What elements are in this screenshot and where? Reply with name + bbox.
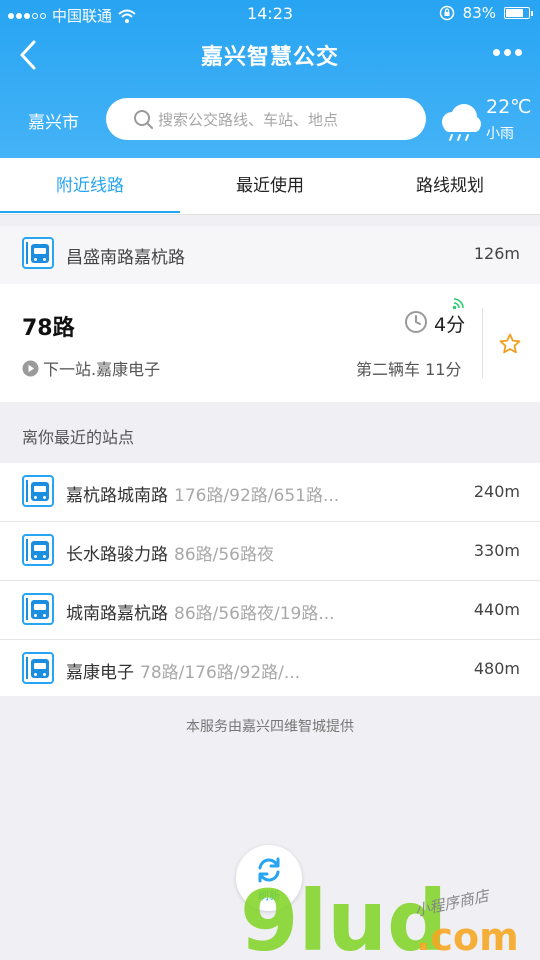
play-circle-icon [22, 360, 39, 376]
stop-distance: 480m [473, 659, 520, 678]
search-input[interactable]: 搜索公交路线、车站、地点 [106, 98, 426, 140]
refresh-button[interactable]: 刷新 [236, 845, 302, 911]
list-item[interactable]: 城南路嘉杭路 86路/56路夜/19路... 440m [0, 581, 540, 639]
page-title: 嘉兴智慧公交 [200, 45, 339, 70]
battery-percent: 83% [462, 4, 496, 22]
stop-lines: 86路/56路夜/19路... [174, 604, 335, 624]
next-stop: 下一站.嘉康电子 [22, 356, 160, 380]
weather-widget: 22℃ 小雨 [438, 96, 538, 146]
stop-lines: 176路/92路/651路... [174, 486, 340, 506]
more-dots-icon[interactable] [493, 49, 522, 56]
bus-stop-icon [22, 534, 54, 566]
realtime-signal-icon [452, 298, 464, 310]
nearest-stops-list: 嘉杭路城南路 176路/92路/651路... 240m 长水路骏力路 86路/56… [0, 463, 540, 696]
next-stop-text: 下一站.嘉康电子 [43, 360, 161, 379]
bus-stop-icon [22, 652, 54, 684]
stop-distance: 440m [473, 600, 520, 619]
battery-icon [504, 7, 533, 19]
battery-area: 83% [439, 4, 533, 22]
search-icon [134, 110, 153, 129]
nearest-stops-title: 离你最近的站点 [22, 428, 135, 447]
service-provider-text: 本服务由嘉兴四维智城提供 [186, 719, 354, 735]
bus-stop-icon [22, 237, 54, 269]
list-item[interactable]: 嘉杭路城南路 176路/92路/651路... 240m [0, 463, 540, 521]
refresh-icon [258, 857, 280, 883]
list-item[interactable]: 长水路骏力路 86路/56路夜 330m [0, 522, 540, 580]
search-placeholder: 搜索公交路线、车站、地点 [158, 110, 339, 129]
tab-bar: 附近线路 最近使用 路线规划 [0, 158, 540, 215]
watermark-suffix: .com [416, 915, 519, 959]
stop-lines: 86路/56路夜 [174, 545, 274, 565]
bus-stop-icon [22, 475, 54, 507]
rain-cloud-icon [442, 104, 481, 141]
stop-name-row: 城南路嘉杭路 86路/56路夜/19路... [66, 599, 335, 624]
stop-name: 嘉杭路城南路 [66, 486, 168, 506]
bus-stop-icon [22, 593, 54, 625]
tab-nearby-routes[interactable]: 附近线路 [0, 158, 180, 215]
stop-lines: 78路/176路/92路/... [140, 663, 301, 683]
second-bus-time: 第二辆车 11分 [356, 360, 462, 379]
stop-distance: 330m [473, 541, 520, 560]
active-tab-indicator [0, 211, 180, 213]
stop-name: 长水路骏力路 [66, 545, 168, 565]
arrival-time: 4分 [434, 314, 466, 336]
navbar: 嘉兴智慧公交 [0, 30, 540, 80]
tab-route-planning[interactable]: 路线规划 [360, 158, 540, 215]
stop-name: 城南路嘉杭路 [66, 604, 168, 624]
list-item[interactable]: 嘉康电子 78路/176路/92路/... 480m [0, 640, 540, 698]
nearby-stop-name: 昌盛南路嘉杭路 [66, 248, 185, 268]
tab-recent[interactable]: 最近使用 [180, 158, 360, 215]
watermark-tagline: 小程序商店 [413, 886, 492, 920]
city-selector[interactable]: 嘉兴市 [28, 108, 79, 133]
star-icon[interactable] [498, 332, 522, 356]
nearby-stop-header[interactable]: 昌盛南路嘉杭路 126m [0, 226, 540, 284]
nearby-stop-distance: 126m [473, 244, 520, 263]
temperature: 22℃ [486, 96, 532, 118]
status-bar: 中国联通 14:23 83% [0, 0, 540, 30]
weather-description: 小雨 [486, 126, 514, 142]
orientation-lock-icon [439, 5, 454, 21]
stop-name-row: 嘉康电子 78路/176路/92路/... [66, 658, 300, 683]
header: 中国联通 14:23 83% 嘉兴智慧公交 嘉兴市 搜索公交路线、车站、地点 2… [0, 0, 540, 158]
clock-icon [405, 311, 427, 333]
stop-name-row: 嘉杭路城南路 176路/92路/651路... [66, 481, 339, 506]
stop-name: 嘉康电子 [66, 663, 134, 683]
refresh-label: 刷新 [258, 889, 280, 902]
stop-distance: 240m [473, 482, 520, 501]
divider [482, 308, 483, 378]
stop-name-row: 长水路骏力路 86路/56路夜 [66, 540, 274, 565]
route-number: 78路 [22, 316, 75, 341]
